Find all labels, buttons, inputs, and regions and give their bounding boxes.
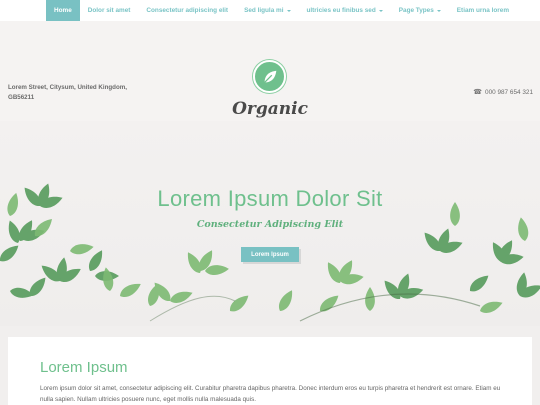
nav-item-label: Sed ligula mi	[244, 7, 284, 14]
brand-name[interactable]: Organic	[225, 99, 315, 119]
chevron-down-icon	[436, 9, 441, 12]
nav-item-sed-ligula-mi[interactable]: Sed ligula mi	[236, 0, 298, 21]
nav-item-label: Etiam urna lorem	[456, 7, 510, 14]
section-title: Lorem Ipsum	[40, 359, 128, 376]
nav-item-label: Home	[54, 7, 72, 14]
top-nav: Home Dolor sit amet Consectetur adipisci…	[0, 0, 540, 21]
hero-cta-button[interactable]: Lorem Ipsum	[241, 247, 299, 262]
nav-item-label: Consectetur adipiscing elit	[146, 7, 229, 14]
hero-banner: Lorem Ipsum Dolor Sit Consectetur Adipis…	[0, 121, 540, 326]
phone-contact: ☎ 000 987 654 321	[473, 88, 533, 97]
phone-number: 000 987 654 321	[485, 88, 533, 96]
leaf-icon	[263, 70, 276, 83]
hero-title: Lorem Ipsum Dolor Sit	[157, 186, 383, 211]
logo[interactable]	[253, 60, 286, 93]
nav-item-label: ultricies eu finibus sed	[306, 7, 376, 14]
content-card: Lorem Ipsum Lorem ipsum dolor sit amet, …	[8, 337, 532, 405]
nav-item-ultricies[interactable]: ultricies eu finibus sed	[299, 0, 391, 21]
nav-item-etiam-urna-lorem[interactable]: Etiam urna lorem	[449, 0, 517, 21]
nav-item-consectetur[interactable]: Consectetur adipiscing elit	[138, 0, 236, 21]
nav-item-label: Page Types	[398, 7, 434, 14]
nav-item-page-types[interactable]: Page Types	[391, 0, 449, 21]
chevron-down-icon	[286, 9, 291, 12]
nav-item-dolor-sit-amet[interactable]: Dolor sit amet	[80, 0, 139, 21]
nav-item-home[interactable]: Home	[46, 0, 80, 21]
hero-subtitle: Consectetur Adipiscing Elit	[196, 219, 344, 230]
phone-icon: ☎	[473, 89, 483, 96]
nav-item-label: Dolor sit amet	[87, 7, 131, 14]
section-text: Lorem ipsum dolor sit amet, consectetur …	[40, 385, 501, 403]
address-line: Lorem Street, Citysum, United Kingdom,	[8, 84, 127, 91]
site-header: Lorem Street, Citysum, United Kingdom, G…	[0, 21, 540, 121]
address-line: GB56211	[8, 94, 35, 101]
address: Lorem Street, Citysum, United Kingdom, G…	[8, 83, 138, 103]
chevron-down-icon	[378, 9, 383, 12]
